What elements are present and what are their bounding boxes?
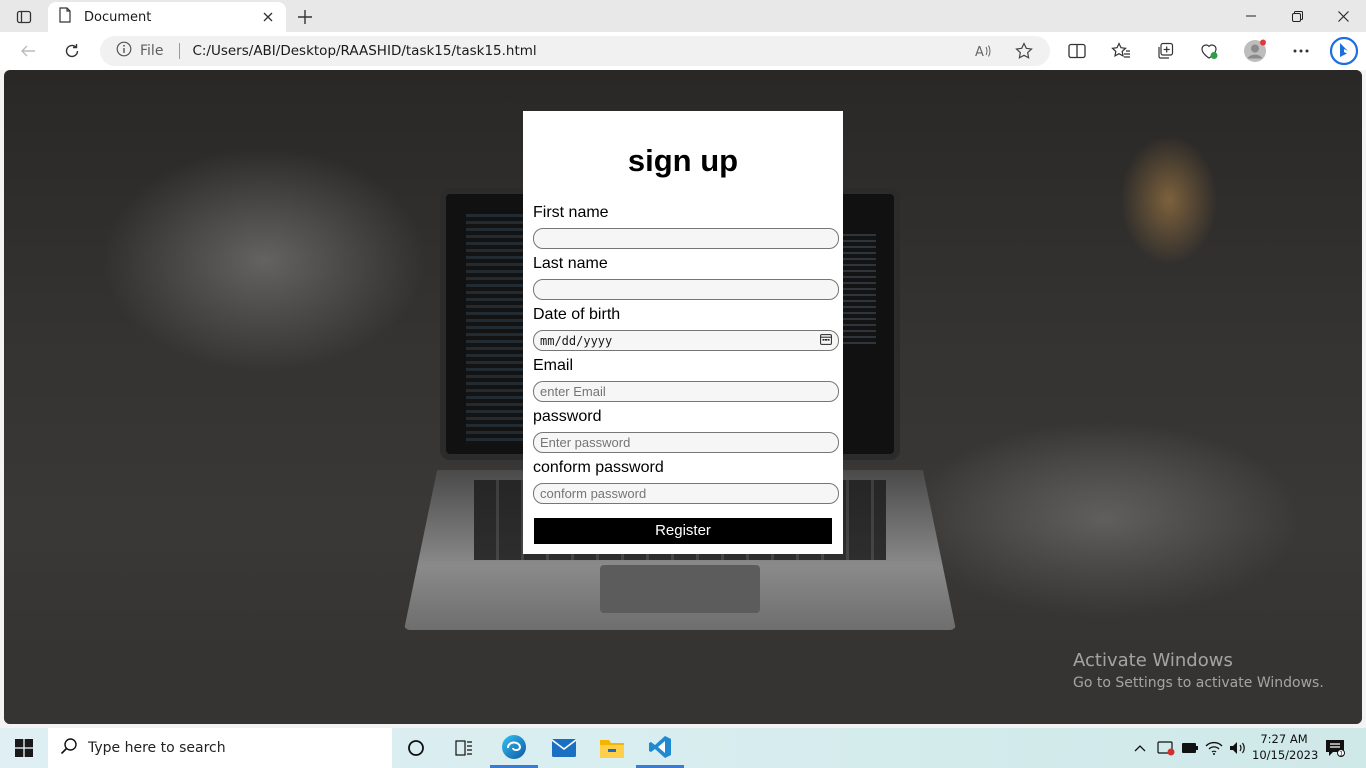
security-icon[interactable] bbox=[1156, 738, 1176, 758]
edge-icon[interactable] bbox=[490, 728, 538, 768]
favorite-star-icon[interactable] bbox=[1012, 39, 1036, 63]
svg-text:1: 1 bbox=[1339, 751, 1343, 758]
page-viewport: sign up First name Last name Date of bir… bbox=[4, 70, 1362, 724]
confirm-password-input[interactable]: conform password bbox=[533, 483, 839, 504]
email-label: Email bbox=[533, 357, 574, 374]
refresh-icon[interactable] bbox=[58, 38, 86, 64]
first-name-input[interactable] bbox=[533, 228, 839, 249]
more-options-icon[interactable] bbox=[1288, 38, 1314, 64]
last-name-label: Last name bbox=[533, 255, 608, 272]
profile-avatar[interactable] bbox=[1242, 38, 1268, 64]
close-tab-icon[interactable] bbox=[260, 9, 276, 25]
close-window-icon[interactable] bbox=[1320, 0, 1366, 32]
split-screen-icon[interactable] bbox=[1064, 38, 1090, 64]
restore-icon[interactable] bbox=[1274, 0, 1320, 32]
search-icon bbox=[60, 737, 78, 760]
activate-windows-watermark: Activate Windows Go to Settings to activ… bbox=[1073, 650, 1324, 691]
clock-date: 10/15/2023 bbox=[1252, 748, 1319, 762]
search-placeholder: Type here to search bbox=[88, 740, 226, 756]
email-input[interactable]: enter Email bbox=[533, 381, 839, 402]
background-trackpad bbox=[600, 565, 760, 613]
taskbar-search-input[interactable]: Type here to search bbox=[48, 728, 392, 768]
file-explorer-icon[interactable] bbox=[588, 728, 636, 768]
watermark-title: Activate Windows bbox=[1073, 650, 1233, 671]
tab-actions-menu-icon[interactable] bbox=[10, 6, 38, 28]
last-name-input[interactable] bbox=[533, 279, 839, 300]
volume-icon[interactable] bbox=[1228, 738, 1248, 758]
confirm-password-label: conform password bbox=[533, 459, 664, 476]
address-separator bbox=[179, 43, 181, 59]
calendar-icon[interactable] bbox=[820, 333, 832, 348]
date-format-text: mm/dd/yyyy bbox=[540, 333, 613, 348]
info-icon[interactable] bbox=[116, 41, 132, 62]
notifications-icon[interactable]: 1 bbox=[1324, 738, 1346, 758]
password-label: password bbox=[533, 408, 602, 425]
back-arrow-icon[interactable] bbox=[14, 38, 42, 64]
favorites-icon[interactable] bbox=[1108, 38, 1134, 64]
minimize-icon[interactable] bbox=[1228, 0, 1274, 32]
signup-card: sign up First name Last name Date of bir… bbox=[523, 111, 843, 554]
collections-icon[interactable] bbox=[1152, 38, 1178, 64]
scheme-label: File bbox=[140, 43, 164, 59]
vscode-icon[interactable] bbox=[636, 728, 684, 768]
task-view-icon[interactable] bbox=[392, 728, 440, 768]
new-tab-icon[interactable] bbox=[294, 6, 316, 28]
taskbar: Type here to search 7:27 AM 10/15/2023 1 bbox=[0, 728, 1366, 768]
read-aloud-icon[interactable]: A bbox=[972, 39, 996, 63]
page-title: sign up bbox=[627, 143, 739, 178]
watermark-subtitle: Go to Settings to activate Windows. bbox=[1073, 675, 1324, 691]
bing-copilot-icon[interactable] bbox=[1328, 35, 1360, 67]
background-code-panel bbox=[466, 214, 526, 444]
first-name-label: First name bbox=[533, 204, 609, 221]
register-button[interactable]: Register bbox=[534, 518, 832, 544]
wifi-icon[interactable] bbox=[1204, 738, 1224, 758]
browser-tab[interactable]: Document bbox=[48, 2, 286, 32]
browser-tab-strip: Document bbox=[0, 0, 1366, 32]
clock-time: 7:27 AM bbox=[1260, 732, 1308, 746]
date-of-birth-input[interactable]: mm/dd/yyyy bbox=[533, 330, 839, 351]
svg-text:A: A bbox=[975, 45, 984, 59]
page-icon bbox=[58, 6, 72, 28]
browser-toolbar: File C:/Users/ABI/Desktop/RAASHID/task15… bbox=[0, 32, 1366, 70]
battery-icon[interactable] bbox=[1180, 738, 1200, 758]
tray-chevron-up-icon[interactable] bbox=[1130, 738, 1150, 758]
address-bar[interactable]: File C:/Users/ABI/Desktop/RAASHID/task15… bbox=[100, 36, 1050, 66]
password-input[interactable]: Enter password bbox=[533, 432, 839, 453]
tab-title: Document bbox=[84, 9, 152, 25]
mail-icon[interactable] bbox=[540, 728, 588, 768]
windows-start-icon[interactable] bbox=[0, 728, 48, 768]
taskbar-clock[interactable]: 7:27 AM 10/15/2023 bbox=[1252, 731, 1319, 763]
url-text[interactable]: C:/Users/ABI/Desktop/RAASHID/task15/task… bbox=[192, 43, 536, 59]
browser-essentials-icon[interactable] bbox=[1196, 38, 1222, 64]
widgets-icon[interactable] bbox=[440, 728, 488, 768]
date-of-birth-label: Date of birth bbox=[533, 306, 621, 323]
